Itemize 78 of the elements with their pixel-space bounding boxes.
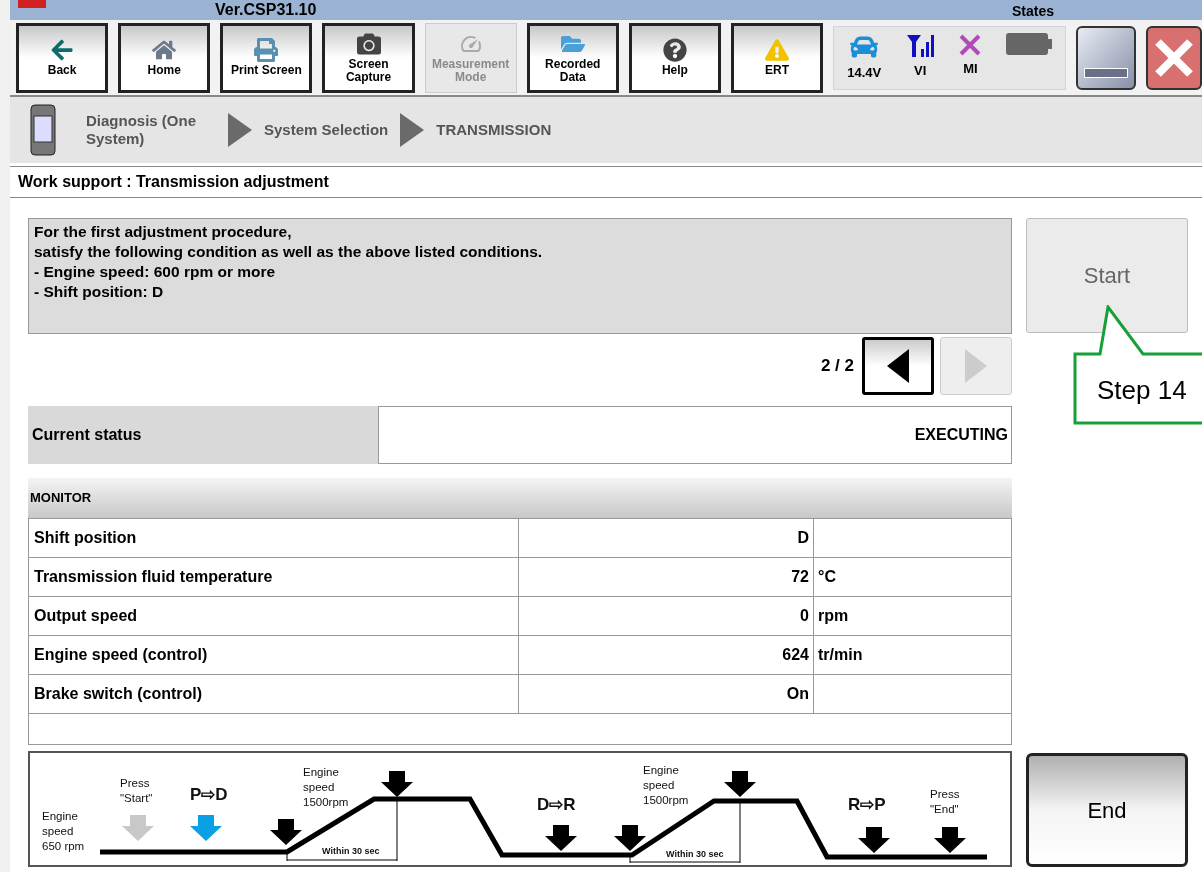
down-arrow-icon <box>724 771 756 797</box>
close-button[interactable] <box>1145 25 1202 90</box>
chevron-icon <box>400 113 425 147</box>
back-arrow-icon <box>50 38 75 62</box>
camera-icon <box>356 31 381 56</box>
page-counter: 2 / 2 <box>820 355 854 378</box>
help-icon <box>662 38 687 62</box>
diagram-label: Engine speed 650 rpm <box>42 809 86 854</box>
end-button[interactable]: End <box>1026 753 1188 867</box>
toolbar-button[interactable]: Screen Capture <box>322 22 415 93</box>
down-arrow-icon <box>270 819 302 845</box>
table-cell: D <box>519 519 814 557</box>
table-cell: 0 <box>519 597 814 635</box>
device-icon <box>30 104 56 156</box>
down-arrow-icon <box>858 827 890 853</box>
chevron-icon <box>228 113 252 147</box>
warning-icon <box>765 38 790 62</box>
toolbar-button[interactable]: Back <box>16 22 109 93</box>
table-cell: Output speed <box>29 597 519 635</box>
cross-icon <box>958 32 983 57</box>
instruction-line: For the first adjustment procedure, <box>34 222 293 242</box>
home-icon <box>152 38 177 62</box>
diagram-label: D⇨R <box>537 797 576 812</box>
status-value-cell: EXECUTING <box>378 406 1012 464</box>
diagram-label: Press "End" <box>930 787 961 817</box>
previous-page-button[interactable] <box>862 337 934 395</box>
close-icon <box>1153 37 1194 78</box>
breadcrumb-item[interactable]: System Selection <box>264 118 389 142</box>
diagram-label: R⇨P <box>848 797 886 812</box>
breadcrumb-item[interactable]: TRANSMISSION <box>436 118 552 142</box>
down-arrow-icon <box>381 771 413 797</box>
status-label-cell: Current status <box>28 406 378 464</box>
table-cell: 624 <box>519 636 814 674</box>
down-arrow-icon <box>934 827 966 853</box>
diagram-label: Within 30 sec <box>322 845 380 858</box>
printer-icon <box>254 38 279 62</box>
signal-icon <box>906 32 935 59</box>
instruction-line: - Shift position: D <box>34 282 165 302</box>
table-cell-text: °C <box>817 567 837 587</box>
minimize-button[interactable] <box>1075 25 1136 90</box>
status-label: VI <box>914 61 927 80</box>
minimize-icon <box>1083 67 1128 78</box>
logo-icon <box>18 0 46 8</box>
instruction-line: satisfy the following condition as well as the above listed conditions. <box>34 242 544 262</box>
version-text: Ver.CSP31.10 <box>215 2 317 18</box>
toolbar-button[interactable]: Home <box>118 22 211 93</box>
battery-icon <box>1006 32 1053 55</box>
toolbar-button[interactable]: Help <box>628 22 721 93</box>
down-arrow-icon <box>614 825 646 851</box>
monitor-header: MONITOR <box>28 478 1012 518</box>
down-arrow-icon <box>122 815 154 841</box>
diagram-label: Engine speed 1500rpm <box>303 765 350 810</box>
table-cell: Engine speed (control) <box>29 636 519 674</box>
states-label: States <box>1012 3 1055 19</box>
down-arrow-icon <box>190 815 222 841</box>
table-cell-text: tr/min <box>817 645 864 665</box>
instruction-line: - Engine speed: 600 rpm or more <box>34 262 277 282</box>
diagram-label: P⇨D <box>190 787 228 802</box>
toolbar-button[interactable]: Recorded Data <box>526 22 619 93</box>
left-triangle-icon <box>887 349 909 383</box>
status-label: MI <box>963 59 978 78</box>
toolbar-button[interactable]: Print Screen <box>220 22 313 93</box>
step-callout: Step 14 <box>1073 305 1202 425</box>
right-triangle-icon <box>965 349 987 383</box>
status-label: 14.4V <box>847 63 882 82</box>
table-cell: On <box>519 675 814 713</box>
diagram-label: Within 30 sec <box>666 848 724 861</box>
toolbar-button[interactable]: ERT <box>730 22 824 93</box>
down-arrow-icon <box>545 825 577 851</box>
diagram-label: Engine speed 1500rpm <box>643 763 690 808</box>
table-cell: 72 <box>519 558 814 596</box>
table-cell: Shift position <box>29 519 519 557</box>
table-cell: Transmission fluid temperature <box>29 558 519 596</box>
table-cell: Brake switch (control) <box>29 675 519 713</box>
breadcrumb-item[interactable]: Diagnosis (One System) <box>86 112 216 148</box>
table-cell-text: rpm <box>817 606 850 626</box>
page-header: Work support : Transmission adjustment <box>10 166 1202 198</box>
diagram-label: Press "Start" <box>120 776 154 806</box>
